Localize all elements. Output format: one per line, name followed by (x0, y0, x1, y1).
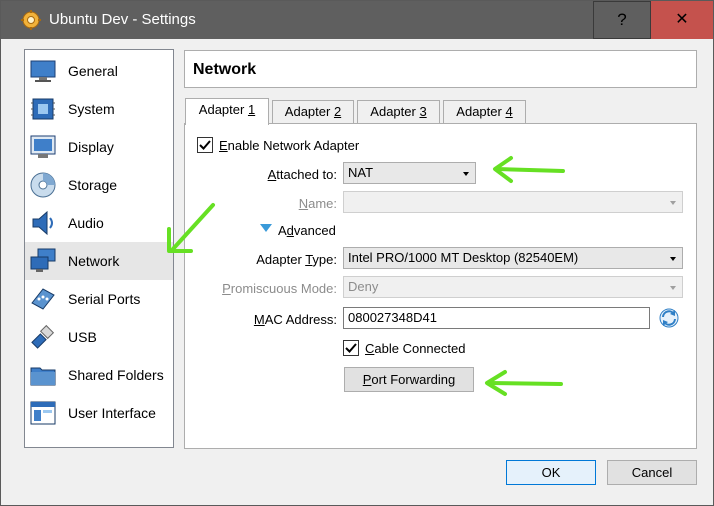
name-label: Name: (298, 196, 337, 211)
chevron-down-icon (670, 286, 676, 290)
window-icon (30, 401, 56, 425)
network-icon (30, 248, 56, 272)
tab-label: Adapter (370, 104, 420, 119)
tab-label: Adapter (456, 104, 506, 119)
annotation-arrow-port-forwarding (485, 370, 563, 396)
attached-to-select[interactable]: NAT (343, 162, 476, 184)
expand-triangle-icon[interactable] (260, 224, 272, 233)
chevron-down-icon (670, 201, 676, 205)
sidebar-item-label: General (68, 63, 118, 79)
sidebar-item-storage[interactable]: Storage (25, 166, 173, 204)
sidebar-item-shared-folders[interactable]: Shared Folders (25, 356, 173, 394)
refresh-mac-icon[interactable] (658, 307, 680, 329)
chevron-down-icon (670, 257, 676, 261)
port-forwarding-button[interactable]: Port Forwarding (344, 367, 474, 392)
virtualbox-gear-icon (21, 10, 41, 30)
tab-key: 2 (333, 104, 342, 119)
sidebar-item-display[interactable]: Display (25, 128, 173, 166)
tab-key: 4 (505, 104, 513, 119)
cancel-button[interactable]: Cancel (607, 460, 697, 485)
advanced-toggle[interactable]: Advanced (278, 223, 336, 238)
disk-icon (30, 172, 56, 198)
speaker-icon (32, 210, 53, 236)
page-title: Network (193, 61, 257, 78)
sidebar-item-network[interactable]: Network (25, 242, 173, 280)
chip-icon (31, 98, 55, 120)
adapter-type-label: Adapter Type: (256, 252, 337, 267)
attached-to-label: Attached to: (267, 167, 337, 182)
adapter-type-select[interactable]: Intel PRO/1000 MT Desktop (82540EM) (343, 247, 683, 269)
mac-address-input[interactable]: 080027348D41 (343, 307, 650, 329)
tab-key: 3 (419, 104, 427, 119)
settings-window: Ubuntu Dev - Settings ? ✕ General System… (0, 0, 714, 506)
ok-button[interactable]: OK (506, 460, 596, 485)
promiscuous-mode-label: Promiscuous Mode: (222, 281, 337, 296)
annotation-arrow-attached-to (493, 156, 565, 183)
mac-address-label: MAC Address: (253, 312, 337, 327)
tab-key: 1 (247, 102, 256, 117)
tab-adapter-4[interactable]: Adapter 4 (443, 100, 526, 124)
sidebar-item-label: Shared Folders (68, 367, 164, 383)
cable-connected-label: Cable Connected (365, 341, 466, 356)
sidebar-item-usb[interactable]: USB (25, 318, 173, 356)
mac-address-value: 080027348D41 (348, 310, 437, 325)
tab-label: Adapter (284, 104, 334, 119)
sidebar-item-label: User Interface (68, 405, 156, 421)
check-icon (199, 140, 211, 150)
sidebar-item-general[interactable]: General (25, 52, 173, 90)
serial-port-icon (31, 288, 55, 310)
adapter-type-value: Intel PRO/1000 MT Desktop (82540EM) (348, 250, 579, 265)
monitor-icon (30, 60, 56, 82)
sidebar-item-label: Display (68, 139, 114, 155)
settings-sidebar: General System Display Storage Audio Net… (24, 49, 174, 448)
cable-connected-checkbox[interactable] (343, 340, 359, 356)
sidebar-item-user-interface[interactable]: User Interface (25, 394, 173, 432)
chevron-down-icon (463, 172, 469, 176)
tab-adapter-2[interactable]: Adapter 2 (272, 100, 354, 124)
attached-to-value: NAT (348, 165, 374, 180)
title-bar[interactable]: Ubuntu Dev - Settings ? ✕ (1, 1, 713, 39)
tab-label: Adapter (198, 102, 248, 117)
close-button[interactable]: ✕ (651, 1, 713, 39)
check-icon (345, 343, 357, 353)
display-icon (30, 135, 56, 158)
sidebar-item-label: System (68, 101, 115, 117)
sidebar-item-system[interactable]: System (25, 90, 173, 128)
sidebar-item-label: Serial Ports (68, 291, 141, 307)
promiscuous-mode-value: Deny (348, 279, 379, 294)
usb-icon (31, 324, 55, 349)
tab-adapter-1[interactable]: Adapter 1 (185, 98, 269, 125)
enable-adapter-label: Enable Network Adapter (219, 138, 360, 153)
sidebar-item-label: Network (68, 253, 120, 269)
sidebar-item-serial-ports[interactable]: Serial Ports (25, 280, 173, 318)
help-button[interactable]: ? (593, 1, 651, 39)
window-title: Ubuntu Dev - Settings (49, 11, 196, 28)
tab-adapter-3[interactable]: Adapter 3 (357, 100, 440, 124)
promiscuous-mode-select[interactable]: Deny (343, 276, 683, 298)
name-select[interactable] (343, 191, 683, 213)
folder-icon (30, 367, 56, 386)
enable-adapter-checkbox[interactable] (197, 137, 213, 153)
sidebar-item-audio[interactable]: Audio (25, 204, 173, 242)
sidebar-item-label: Storage (68, 177, 118, 193)
sidebar-item-label: USB (68, 329, 97, 345)
section-header: Network (184, 50, 697, 88)
annotation-arrow-network (167, 203, 215, 253)
sidebar-item-label: Audio (68, 215, 104, 231)
